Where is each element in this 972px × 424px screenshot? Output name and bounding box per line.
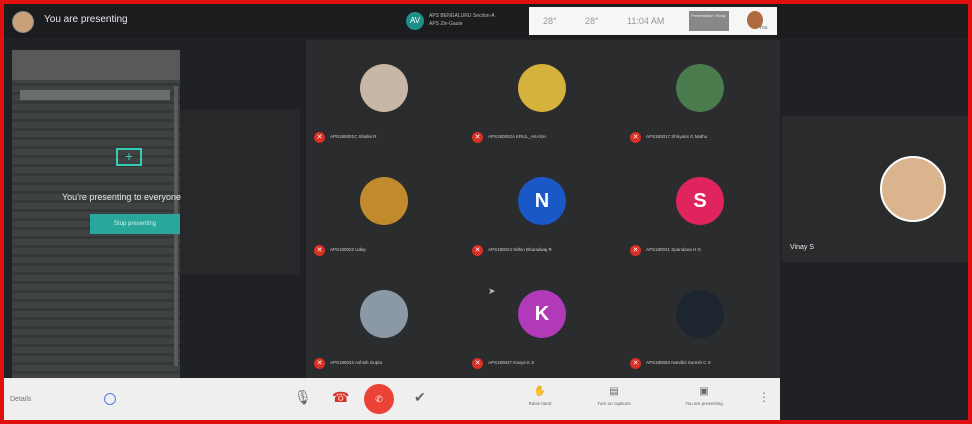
participant-name: APS180001C Shalini R bbox=[330, 134, 377, 139]
top-bar: You are presenting AV APS BENGALURU Sect… bbox=[4, 4, 968, 38]
present-icon: ▣ bbox=[699, 386, 709, 397]
participant-avatar: S bbox=[676, 177, 724, 225]
captions-button[interactable]: ▤ Turn on captions bbox=[584, 386, 644, 406]
present-now-button[interactable]: ▣ You are presenting bbox=[674, 386, 734, 406]
participant-name: APS180047 Kavya K S bbox=[488, 360, 535, 365]
meeting-line-1: APS BENGALURU Section-A bbox=[429, 13, 495, 19]
participant-tile[interactable]: S ✕ APS180031 Spandana H G bbox=[622, 153, 780, 266]
shared-header bbox=[12, 50, 180, 80]
participant-name: APS180031 Spandana H G bbox=[646, 247, 702, 252]
presenting-message: You're presenting to everyone bbox=[62, 192, 181, 202]
stop-presenting-button[interactable]: Stop presenting bbox=[90, 214, 180, 234]
participant-tile[interactable]: K ✕ APS180047 Kavya K S bbox=[464, 266, 622, 379]
participant-name: APS180022 Uday bbox=[330, 247, 366, 252]
meeting-window: You are presenting AV APS BENGALURU Sect… bbox=[0, 0, 972, 424]
you-label: You bbox=[759, 25, 768, 31]
taskbar-widgets: 28° 28° 11:04 AM Presentation: Vinay You bbox=[529, 7, 777, 35]
meeting-line-2: APS Zin-Gaute bbox=[429, 21, 463, 27]
weather-readout: 28° bbox=[585, 16, 599, 26]
muted-mic-icon: ✕ bbox=[630, 245, 641, 256]
presenting-label: You are presenting bbox=[44, 14, 128, 25]
hand-icon: ✋ bbox=[533, 386, 547, 397]
temperature-readout: 28° bbox=[543, 16, 557, 26]
participant-avatar bbox=[360, 177, 408, 225]
participant-grid: ✕ APS180001C Shalini R ✕ APS180002A KRUL_AK… bbox=[306, 40, 780, 378]
captions-label: Turn on captions bbox=[597, 401, 631, 406]
participant-tile[interactable]: ✕ APS180022 Uday bbox=[306, 153, 464, 266]
participant-name: APS180017 Shriyans G Mathu bbox=[646, 134, 708, 139]
participant-tile[interactable]: N ✕ APS180024 Nithin Bharadwaj R bbox=[464, 153, 622, 266]
muted-mic-icon: ✕ bbox=[472, 132, 483, 143]
participant-tile[interactable]: ✕ APS180001C Shalini R bbox=[306, 40, 464, 153]
presenter-avatar bbox=[12, 11, 34, 33]
meeting-details-label[interactable]: Details bbox=[10, 396, 31, 403]
participant-name: APS180042 Ashish Gupta bbox=[330, 360, 383, 365]
muted-mic-icon: ✕ bbox=[630, 132, 641, 143]
participant-avatar bbox=[518, 64, 566, 112]
speaker-name: Vinay S bbox=[790, 244, 814, 251]
muted-mic-icon: ✕ bbox=[472, 358, 483, 369]
shared-line bbox=[20, 90, 170, 100]
participant-avatar bbox=[676, 290, 724, 338]
present-label: You are presenting bbox=[685, 401, 723, 406]
raise-hand-button[interactable]: ✋ Raise hand bbox=[510, 386, 570, 406]
bottom-toolbar: Details 🎙 ☎ ✆ ✔ ✋ Raise hand ▤ Turn on c… bbox=[4, 378, 780, 420]
more-options-icon[interactable]: ⋮ bbox=[758, 390, 770, 404]
mouse-cursor-icon: ➤ bbox=[488, 286, 496, 296]
muted-mic-icon: ✕ bbox=[472, 245, 483, 256]
muted-mic-icon: ✕ bbox=[630, 358, 641, 369]
participant-tile[interactable]: ✕ APS180002A KRUL_AKASH bbox=[464, 40, 622, 153]
muted-mic-icon: ✕ bbox=[314, 358, 325, 369]
participant-avatar bbox=[360, 290, 408, 338]
meeting-badge[interactable]: AV bbox=[406, 12, 424, 30]
camera-icon[interactable]: ✔ bbox=[414, 389, 426, 406]
muted-mic-icon: ✕ bbox=[314, 132, 325, 143]
info-icon[interactable] bbox=[104, 393, 116, 405]
presenter-chip[interactable]: Presentation: Vinay bbox=[689, 11, 729, 31]
participant-avatar: K bbox=[518, 290, 566, 338]
end-call-button[interactable]: ✆ bbox=[364, 384, 394, 414]
clock-readout: 11:04 AM bbox=[627, 16, 665, 26]
meeting-info: APS BENGALURU Section-A APS Zin-Gaute bbox=[429, 12, 495, 28]
participant-name: APS180002A KRUL_AKASH bbox=[488, 134, 546, 139]
microphone-icon[interactable]: 🎙 bbox=[294, 389, 312, 406]
participant-name: APS180053 Nandini Suresh C S bbox=[646, 360, 711, 365]
present-screen-icon: + bbox=[116, 148, 142, 166]
participant-tile[interactable]: ✕ APS180042 Ashish Gupta bbox=[306, 266, 464, 379]
captions-icon: ▤ bbox=[609, 386, 619, 397]
participant-avatar bbox=[360, 64, 408, 112]
participant-tile[interactable]: ✕ APS180053 Nandini Suresh C S bbox=[622, 266, 780, 379]
muted-mic-icon: ✕ bbox=[314, 245, 325, 256]
raise-hand-label: Raise hand bbox=[528, 401, 552, 406]
participant-name: APS180024 Nithin Bharadwaj R bbox=[488, 247, 552, 252]
participant-tile[interactable]: ✕ APS180017 Shriyans G Mathu bbox=[622, 40, 780, 153]
hangup-small-icon[interactable]: ☎ bbox=[332, 389, 349, 406]
participant-avatar bbox=[676, 64, 724, 112]
participant-avatar: N bbox=[518, 177, 566, 225]
speaker-avatar bbox=[880, 156, 946, 222]
